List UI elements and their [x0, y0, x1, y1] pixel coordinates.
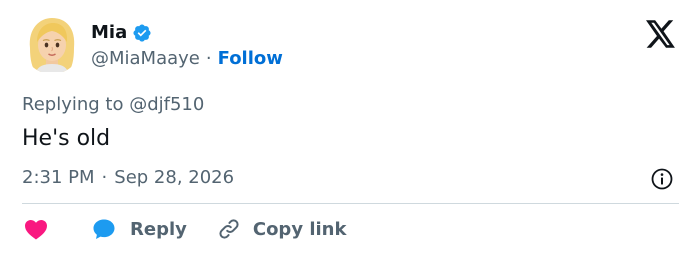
- author-handle-row: @MiaMaaye · Follow: [91, 47, 283, 71]
- timestamp-separator: ·: [101, 167, 108, 188]
- x-logo-icon[interactable]: [646, 20, 676, 48]
- author-name-row: Mia: [91, 21, 152, 45]
- copy-link-label: Copy link: [252, 218, 347, 240]
- tweet-text: He's old: [22, 126, 111, 151]
- copy-link-button[interactable]: Copy link: [217, 217, 347, 241]
- link-icon: [219, 219, 239, 239]
- follow-button[interactable]: Follow: [218, 47, 283, 71]
- heart-icon[interactable]: [24, 218, 48, 240]
- verified-badge-icon: [133, 24, 151, 42]
- blonde-woman-emoji-icon: [29, 18, 75, 72]
- handle-separator: ·: [205, 48, 212, 69]
- action-bar: Reply Copy link: [22, 214, 346, 244]
- reply-button[interactable]: Reply: [92, 217, 187, 241]
- author-display-name[interactable]: Mia: [91, 21, 127, 45]
- tweet-date: Sep 28, 2026: [114, 167, 235, 188]
- tweet-embed-card: Mia @MiaMaaye · Follow Replying to @djf5…: [0, 0, 700, 256]
- speech-bubble-icon: [93, 219, 115, 239]
- tweet-time: 2:31 PM: [22, 167, 95, 188]
- reply-label: Reply: [130, 218, 187, 240]
- avatar[interactable]: [22, 14, 82, 74]
- replying-to-label[interactable]: Replying to @djf510: [22, 93, 204, 117]
- author-handle[interactable]: @MiaMaaye: [91, 47, 200, 71]
- tweet-timestamp[interactable]: 2:31 PM · Sep 28, 2026: [22, 166, 234, 190]
- info-icon[interactable]: [650, 167, 674, 191]
- divider: [22, 203, 679, 204]
